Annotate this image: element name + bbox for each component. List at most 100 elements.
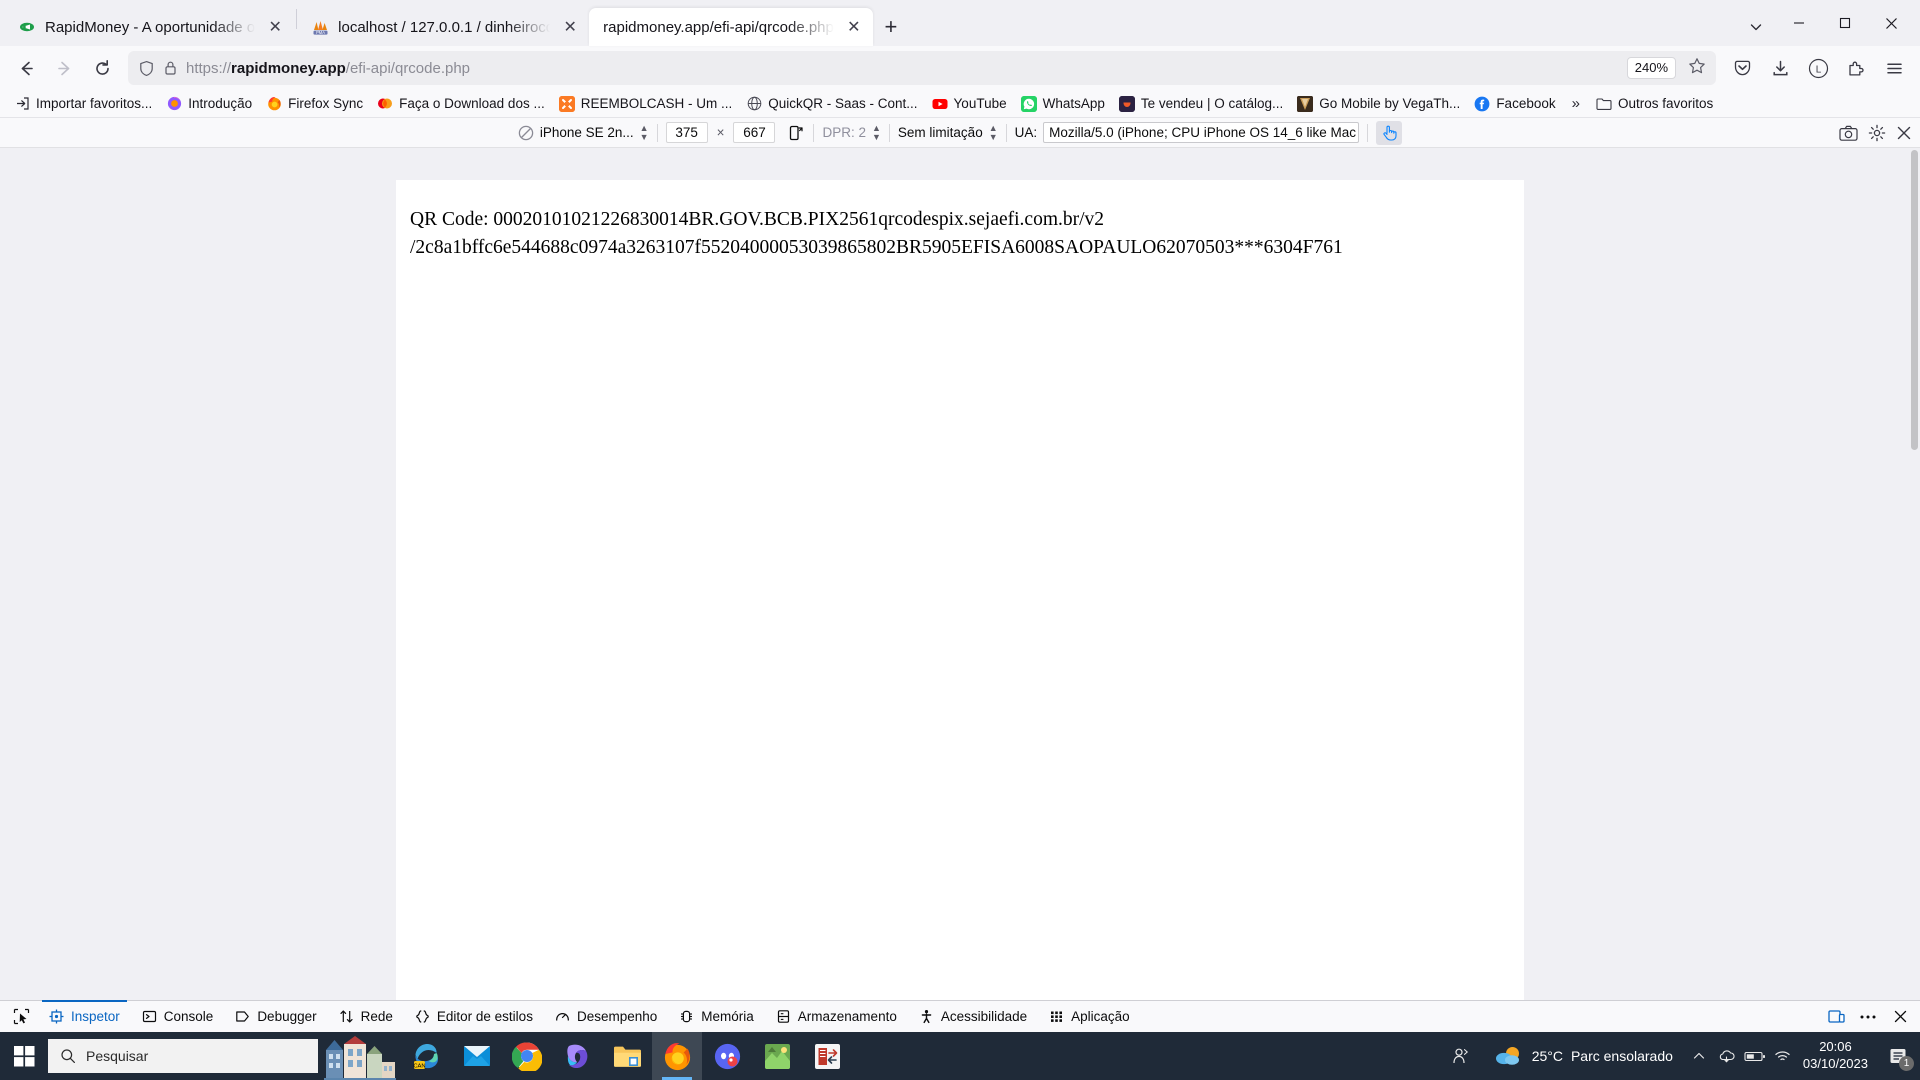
browser-tab-3[interactable]: rapidmoney.app/efi-api/qrcode.php ✕: [589, 8, 873, 46]
battery-icon[interactable]: [1741, 1032, 1769, 1080]
browser-tab-2-close-icon[interactable]: ✕: [559, 16, 581, 38]
bookmark-outros-favoritos[interactable]: Outros favoritos: [1590, 93, 1719, 115]
browser-tab-3-close-icon[interactable]: ✕: [843, 16, 865, 38]
bookmark-faca-download[interactable]: Faça o Download dos ...: [371, 93, 551, 115]
bookmark-introducao[interactable]: Introdução: [160, 93, 258, 115]
throttling-label[interactable]: Sem limitação: [898, 125, 983, 140]
bookmark-whatsapp[interactable]: WhatsApp: [1015, 93, 1111, 115]
xampp-icon: [558, 95, 575, 112]
shield-icon[interactable]: [138, 60, 155, 77]
devtools-tab-desempenho[interactable]: Desempenho: [544, 1001, 668, 1032]
responsive-mode-icon[interactable]: [1822, 1003, 1850, 1031]
taskbar-app-edge-canary[interactable]: CAN: [402, 1032, 452, 1080]
devtools-tab-label: Rede: [360, 1009, 393, 1024]
star-icon[interactable]: [1684, 57, 1710, 80]
hamburger-icon[interactable]: [1876, 51, 1912, 85]
folder-icon: [1596, 96, 1612, 112]
browser-tab-2[interactable]: PMA localhost / 127.0.0.1 / dinheirocd ✕: [299, 8, 589, 46]
window-maximize-button[interactable]: [1822, 0, 1868, 46]
taskbar-app-file-explorer[interactable]: [602, 1032, 652, 1080]
devtools-tab-rede[interactable]: Rede: [328, 1001, 404, 1032]
people-icon[interactable]: [1440, 1032, 1482, 1080]
user-agent-input[interactable]: Mozilla/5.0 (iPhone; CPU iPhone OS 14_6 …: [1043, 122, 1360, 143]
pocket-icon[interactable]: [1724, 51, 1760, 85]
bookmark-go-mobile-vega[interactable]: Go Mobile by VegaTh...: [1291, 93, 1466, 115]
taskbar-clock[interactable]: 20:06 03/10/2023: [1797, 1039, 1880, 1072]
rdm-throttling-selector[interactable]: Sem limitação ▲ ▼: [890, 123, 1006, 142]
devtools-tab-armazenamento[interactable]: Armazenamento: [765, 1001, 908, 1032]
devtools-tab-memoria[interactable]: Memória: [668, 1001, 765, 1032]
devtools-tab-acessibilidade[interactable]: Acessibilidade: [908, 1001, 1038, 1032]
extensions-icon[interactable]: [1838, 51, 1874, 85]
bookmark-facebook[interactable]: Facebook: [1468, 93, 1561, 115]
windows-start-icon[interactable]: [0, 1032, 48, 1080]
devtools-close-icon[interactable]: [1886, 1003, 1914, 1031]
wifi-icon[interactable]: [1769, 1032, 1797, 1080]
list-all-tabs-chevron-down-icon[interactable]: [1736, 10, 1776, 44]
taskbar-app-discord[interactable]: [702, 1032, 752, 1080]
devtools-tab-console[interactable]: Console: [131, 1001, 225, 1032]
bookmark-firefox-sync[interactable]: Firefox Sync: [260, 93, 369, 115]
taskbar-app-mail[interactable]: [452, 1032, 502, 1080]
reload-button-refresh-icon[interactable]: [84, 51, 120, 85]
onedrive-icon[interactable]: [1713, 1032, 1741, 1080]
browser-tab-1[interactable]: RapidMoney - A oportunidade o ✕: [6, 8, 294, 46]
rotate-device-icon[interactable]: [787, 124, 805, 142]
responsive-design-toolbar: iPhone SE 2n... ▲ ▼ 375 × 667 DPR: 2 ▲ ▼ S…: [0, 118, 1920, 148]
rdm-dpr-selector[interactable]: DPR: 2 ▲ ▼: [814, 123, 888, 142]
taskbar-app-paint[interactable]: [752, 1032, 802, 1080]
tray-chevron-up-icon[interactable]: [1685, 1032, 1713, 1080]
zoom-level-badge[interactable]: 240%: [1626, 57, 1676, 79]
devtools-tab-label: Acessibilidade: [940, 1009, 1028, 1024]
rdm-device-label[interactable]: iPhone SE 2n...: [540, 125, 634, 140]
url-text[interactable]: https://rapidmoney.app/efi-api/qrcode.ph…: [186, 60, 1619, 77]
bookmark-import-favoritos[interactable]: Importar favoritos...: [8, 93, 158, 115]
rdm-device-selector[interactable]: iPhone SE 2n... ▲ ▼: [510, 123, 657, 142]
browser-tab-1-close-icon[interactable]: ✕: [264, 16, 286, 38]
account-avatar[interactable]: L: [1800, 51, 1836, 85]
chevron-updown-icon[interactable]: ▲ ▼: [989, 123, 998, 142]
devtools-tab-aplicacao[interactable]: Aplicação: [1038, 1001, 1141, 1032]
page-scrollbar[interactable]: [1909, 148, 1920, 1000]
lock-icon[interactable]: [163, 60, 178, 76]
back-button-arrow-left-icon[interactable]: [8, 51, 44, 85]
ellipsis-icon[interactable]: [1854, 1003, 1882, 1031]
close-icon[interactable]: [1896, 125, 1912, 141]
taskbar-app-edge-dev[interactable]: [552, 1032, 602, 1080]
camera-icon[interactable]: [1839, 125, 1858, 142]
taskbar-weather[interactable]: 25°C Parc ensolarado: [1482, 1032, 1685, 1080]
chevron-updown-icon[interactable]: ▲ ▼: [640, 123, 649, 142]
devtools-tab-editor-estilos[interactable]: Editor de estilos: [404, 1001, 544, 1032]
viewport-width-input[interactable]: 375: [665, 122, 708, 143]
page-scrollbar-thumb[interactable]: [1911, 150, 1918, 450]
news-weather-icon[interactable]: [318, 1032, 402, 1080]
taskbar-app-firefox[interactable]: [652, 1032, 702, 1080]
viewport-height-input[interactable]: 667: [733, 122, 776, 143]
console-icon: [142, 1009, 157, 1024]
bookmark-reembolcash[interactable]: REEMBOLCASH - Um ...: [553, 93, 739, 115]
notification-icon[interactable]: 1: [1880, 1032, 1916, 1080]
taskbar-app-filezilla[interactable]: [802, 1032, 852, 1080]
devtools-tab-inspetor[interactable]: Inspetor: [38, 1000, 131, 1032]
chevron-updown-icon[interactable]: ▲ ▼: [872, 123, 881, 142]
download-icon[interactable]: [1762, 51, 1798, 85]
bookmark-quickqr[interactable]: QuickQR - Saas - Cont...: [740, 93, 923, 115]
browser-tab-1-title: RapidMoney - A oportunidade o: [45, 18, 256, 36]
window-close-button[interactable]: [1868, 0, 1914, 46]
gear-icon[interactable]: [1868, 124, 1886, 142]
rapidmoney-icon: [18, 18, 36, 36]
bookmark-youtube[interactable]: YouTube: [926, 93, 1013, 115]
weather-description: Parc ensolarado: [1570, 1048, 1673, 1064]
taskbar-search-box[interactable]: Pesquisar: [48, 1039, 318, 1073]
taskbar-app-chrome[interactable]: [502, 1032, 552, 1080]
new-tab-button[interactable]: +: [873, 10, 909, 44]
element-picker-icon[interactable]: [4, 1002, 38, 1032]
firefox-sync-icon: [266, 96, 282, 112]
url-address-bar[interactable]: https://rapidmoney.app/efi-api/qrcode.ph…: [128, 51, 1716, 85]
partly-sunny-icon: [1494, 1044, 1524, 1068]
bookmarks-overflow-chevron-icon[interactable]: »: [1564, 95, 1588, 112]
bookmark-te-vendeu[interactable]: Te vendeu | O catálog...: [1113, 93, 1289, 115]
touch-pointer-icon[interactable]: [1376, 120, 1403, 145]
window-minimize-button[interactable]: [1776, 0, 1822, 46]
devtools-tab-debugger[interactable]: Debugger: [224, 1001, 327, 1032]
